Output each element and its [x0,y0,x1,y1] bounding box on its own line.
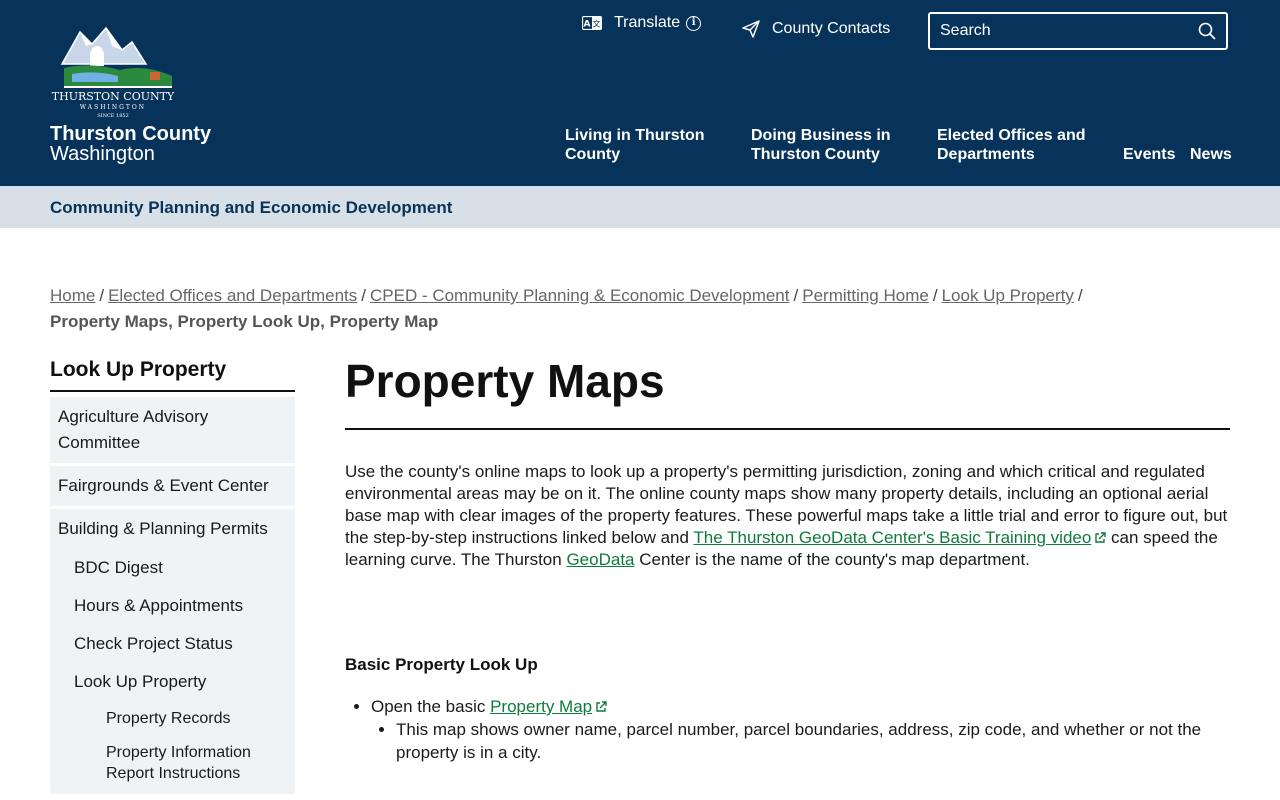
nav-events[interactable]: Events [1123,145,1175,164]
translate-button[interactable]: A 文 Translate i [582,14,702,32]
svg-text:A: A [584,20,591,30]
translate-icon: A 文 [582,16,602,30]
county-logo[interactable]: THURSTON COUNTY WASHINGTON SINCE 1852 [50,24,176,120]
page-title: Property Maps [345,355,665,407]
instructions-list: Open the basic Property Map This map sho… [345,695,1235,764]
external-link-icon [596,701,607,712]
breadcrumb-separator: / [793,286,799,305]
svg-text:WASHINGTON: WASHINGTON [80,104,146,111]
sidebar-item-property-records[interactable]: Property Records [50,701,295,738]
property-map-link[interactable]: Property Map [490,697,592,716]
list-item: Open the basic Property Map This map sho… [371,695,1235,764]
svg-text:SINCE 1852: SINCE 1852 [97,113,129,119]
breadcrumb-separator: / [1077,286,1083,305]
nav-living[interactable]: Living in Thurston County [565,126,725,164]
nav-news[interactable]: News [1190,145,1232,164]
search-input[interactable] [940,22,1198,40]
title-divider [345,428,1230,430]
county-seal-icon: THURSTON COUNTY WASHINGTON SINCE 1852 [52,26,175,119]
site-name-main: Thurston County [50,123,212,145]
sidebar-item-project-status[interactable]: Check Project Status [50,625,295,663]
site-header: THURSTON COUNTY WASHINGTON SINCE 1852 Th… [0,0,1280,186]
sidebar-item-agriculture[interactable]: Agriculture Advisory Committee [50,397,295,463]
county-contacts-label: County Contacts [772,20,891,37]
paper-plane-icon [742,20,760,38]
department-title[interactable]: Community Planning and Economic Developm… [50,198,452,218]
breadcrumb-home[interactable]: Home [50,286,95,305]
sidebar-nav: Agriculture Advisory Committee Fairgroun… [50,397,295,794]
breadcrumb-cped[interactable]: CPED - Community Planning & Economic Dev… [370,286,790,305]
sidebar-item-hours[interactable]: Hours & Appointments [50,587,295,625]
sidebar-item-look-up-property[interactable]: Look Up Property [50,663,295,701]
geodata-training-link-text: The Thurston GeoData Center's Basic Trai… [693,528,1092,547]
nav-elected-offices[interactable]: Elected Offices and Departments [937,126,1097,164]
svg-text:THURSTON COUNTY: THURSTON COUNTY [52,90,175,103]
geodata-training-link[interactable]: The Thurston GeoData Center's Basic Trai… [693,528,1091,547]
sidebar-item-property-report[interactable]: Property Information Report Instructions [50,738,295,794]
site-name[interactable]: Thurston County Washington [50,124,211,164]
county-contacts-link[interactable]: County Contacts [742,20,890,38]
breadcrumb: Home / Elected Offices and Departments / CPE… [50,283,1230,335]
geodata-link[interactable]: GeoData [566,550,634,569]
breadcrumb-separator: / [932,286,938,305]
breadcrumb-elected-offices[interactable]: Elected Offices and Departments [108,286,357,305]
svg-text:文: 文 [593,19,601,29]
sidebar-item-bdc-digest[interactable]: BDC Digest [50,549,295,587]
department-bar: Community Planning and Economic Developm… [0,186,1280,228]
nav-doing-business[interactable]: Doing Business in Thurston County [751,126,901,164]
list-item-text: Open the basic [371,697,491,716]
site-name-sub: Washington [50,143,155,165]
sidebar-item-fairgrounds[interactable]: Fairgrounds & Event Center [50,466,295,506]
breadcrumb-current: Property Maps, Property Look Up, Propert… [50,312,439,331]
sidebar-item-building-permits[interactable]: Building & Planning Permits [50,509,295,549]
breadcrumb-look-up-property[interactable]: Look Up Property [942,286,1074,305]
breadcrumb-permitting-home[interactable]: Permitting Home [802,286,929,305]
section-heading: Basic Property Look Up [345,655,538,674]
list-item: This map shows owner name, parcel number… [396,718,1235,764]
intro-paragraph: Use the county's online maps to look up … [345,461,1235,571]
breadcrumb-separator: / [99,286,105,305]
sidebar-title[interactable]: Look Up Property [50,358,295,392]
info-icon: i [686,15,702,31]
intro-text: Center is the name of the county's map d… [634,550,1030,569]
search-icon[interactable] [1198,22,1216,40]
breadcrumb-separator: / [361,286,366,305]
search-box [928,12,1228,50]
translate-label: Translate [614,14,681,31]
external-link-icon [1095,532,1107,543]
